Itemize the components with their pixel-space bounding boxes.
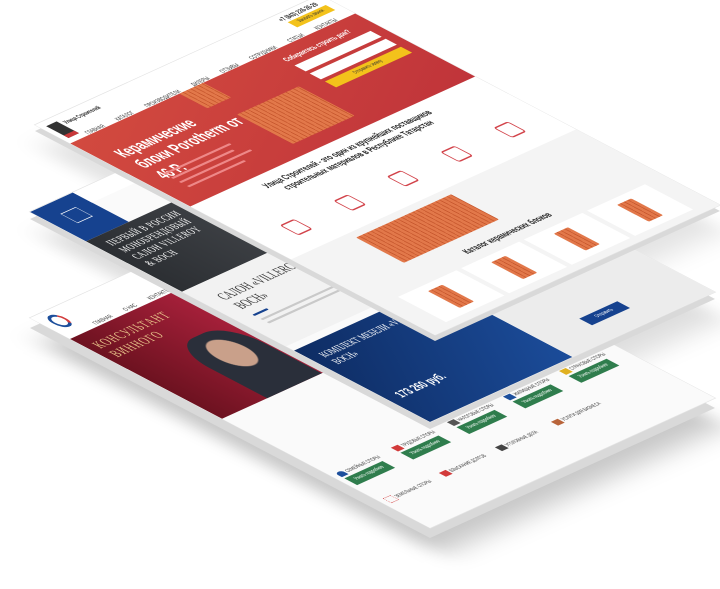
service-title: Уголовные дела [504, 430, 541, 448]
brick-wall-image [356, 194, 499, 263]
service-card: Взыскание долгов [436, 447, 501, 478]
service-card: Услуги для бизнеса [549, 396, 614, 427]
service-title: Земельные споры [393, 479, 434, 499]
product-image [427, 284, 475, 308]
thumbs-up-icon [439, 145, 474, 163]
product-image [553, 227, 601, 251]
truck-icon [332, 194, 367, 212]
logo-icon [60, 206, 94, 224]
service-title: Услуги для бизнеса [560, 401, 603, 422]
price-tag-icon [279, 218, 313, 236]
shield-icon [386, 170, 420, 187]
service-card: Земельные споры [380, 473, 447, 504]
product-image [490, 255, 538, 280]
logo-icon [43, 312, 77, 330]
document-icon [493, 121, 527, 138]
service-card: Семейные споры Узнать подробнее [332, 448, 410, 486]
product-price: 173 260 руб. [391, 371, 451, 400]
service-card: Уголовные дела [492, 422, 557, 453]
service-title: Взыскание долгов [447, 453, 489, 473]
product-image [616, 198, 664, 222]
